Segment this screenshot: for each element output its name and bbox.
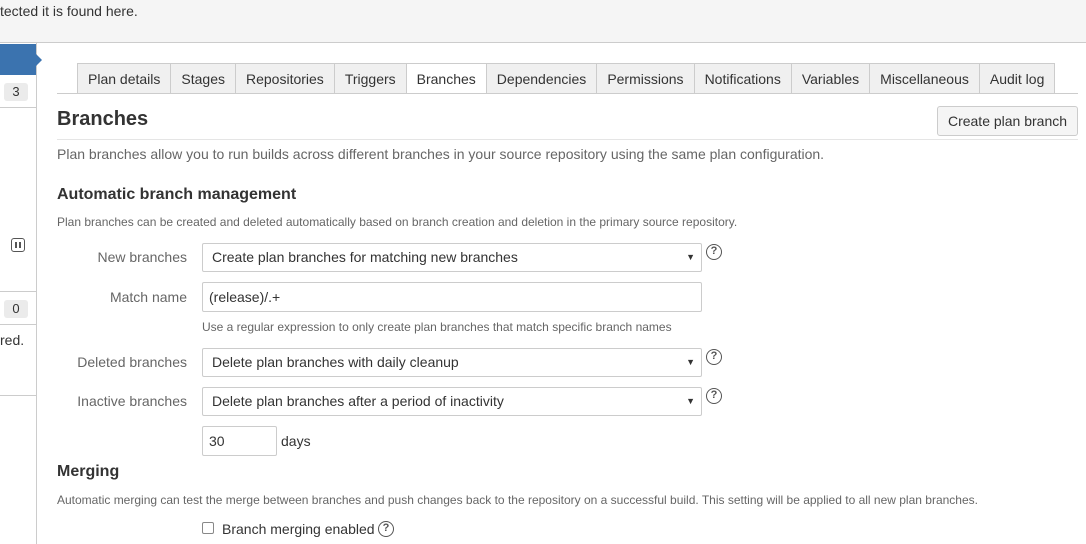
message-fragment: tected it is found here. [0,3,138,19]
create-plan-branch-button[interactable]: Create plan branch [937,106,1078,136]
intro-text: Plan branches allow you to run builds ac… [57,146,825,162]
status-fragment: red. [0,332,25,348]
divider [0,324,36,325]
help-icon[interactable]: ? [378,521,394,537]
branch-merging-checkbox[interactable] [202,522,214,534]
tab-variables[interactable]: Variables [791,63,871,94]
tab-dependencies[interactable]: Dependencies [486,63,598,94]
new-branches-select[interactable]: Create plan branches for matching new br… [202,243,702,272]
tab-audit-log[interactable]: Audit log [979,63,1056,94]
help-icon[interactable]: ? [706,388,722,404]
inactive-branches-select[interactable]: Delete plan branches after a period of i… [202,387,702,416]
top-message-bar: tected it is found here. [0,0,1086,43]
selected-stage-marker[interactable] [0,44,42,75]
branch-merging-label[interactable]: Branch merging enabled [222,521,375,537]
section-heading-merging: Merging [57,463,120,480]
chevron-down-icon: ▼ [686,357,695,367]
chevron-down-icon: ▼ [686,396,695,406]
tab-permissions[interactable]: Permissions [597,63,695,94]
selected-value: Create plan branches for matching new br… [212,249,518,265]
tab-notifications[interactable]: Notifications [694,63,792,94]
selected-value: Delete plan branches after a period of i… [212,393,504,409]
section-description: Plan branches can be created and deleted… [57,215,738,229]
selected-value: Delete plan branches with daily cleanup [212,354,459,370]
help-icon[interactable]: ? [706,244,722,260]
help-icon[interactable]: ? [706,349,722,365]
tab-branches[interactable]: Branches [406,63,487,94]
match-name-label: Match name [109,289,187,305]
match-name-hint: Use a regular expression to only create … [202,320,672,334]
tab-repositories[interactable]: Repositories [235,63,335,94]
title-divider [57,139,1078,140]
chevron-down-icon: ▼ [686,252,695,262]
inactive-branches-label: Inactive branches [77,393,187,409]
match-name-input[interactable]: (release)/.+ [202,282,702,312]
tab-miscellaneous[interactable]: Miscellaneous [870,63,980,94]
tab-triggers[interactable]: Triggers [334,63,407,94]
tab-plan-details[interactable]: Plan details [77,63,172,94]
inactivity-days-input[interactable]: 30 [202,426,277,456]
days-unit-label: days [281,433,311,449]
tabs-divider [57,93,1078,94]
tab-stages[interactable]: Stages [171,63,236,94]
merging-description: Automatic merging can test the merge bet… [57,493,978,507]
count-badge: 3 [4,83,28,101]
config-tabs: Plan details Stages Repositories Trigger… [77,63,1056,94]
deleted-branches-label: Deleted branches [77,354,187,370]
new-branches-label: New branches [97,249,188,265]
divider [0,107,36,108]
deleted-branches-select[interactable]: Delete plan branches with daily cleanup … [202,348,702,377]
section-heading-automatic: Automatic branch management [57,186,297,203]
page-title: Branches [57,108,149,130]
